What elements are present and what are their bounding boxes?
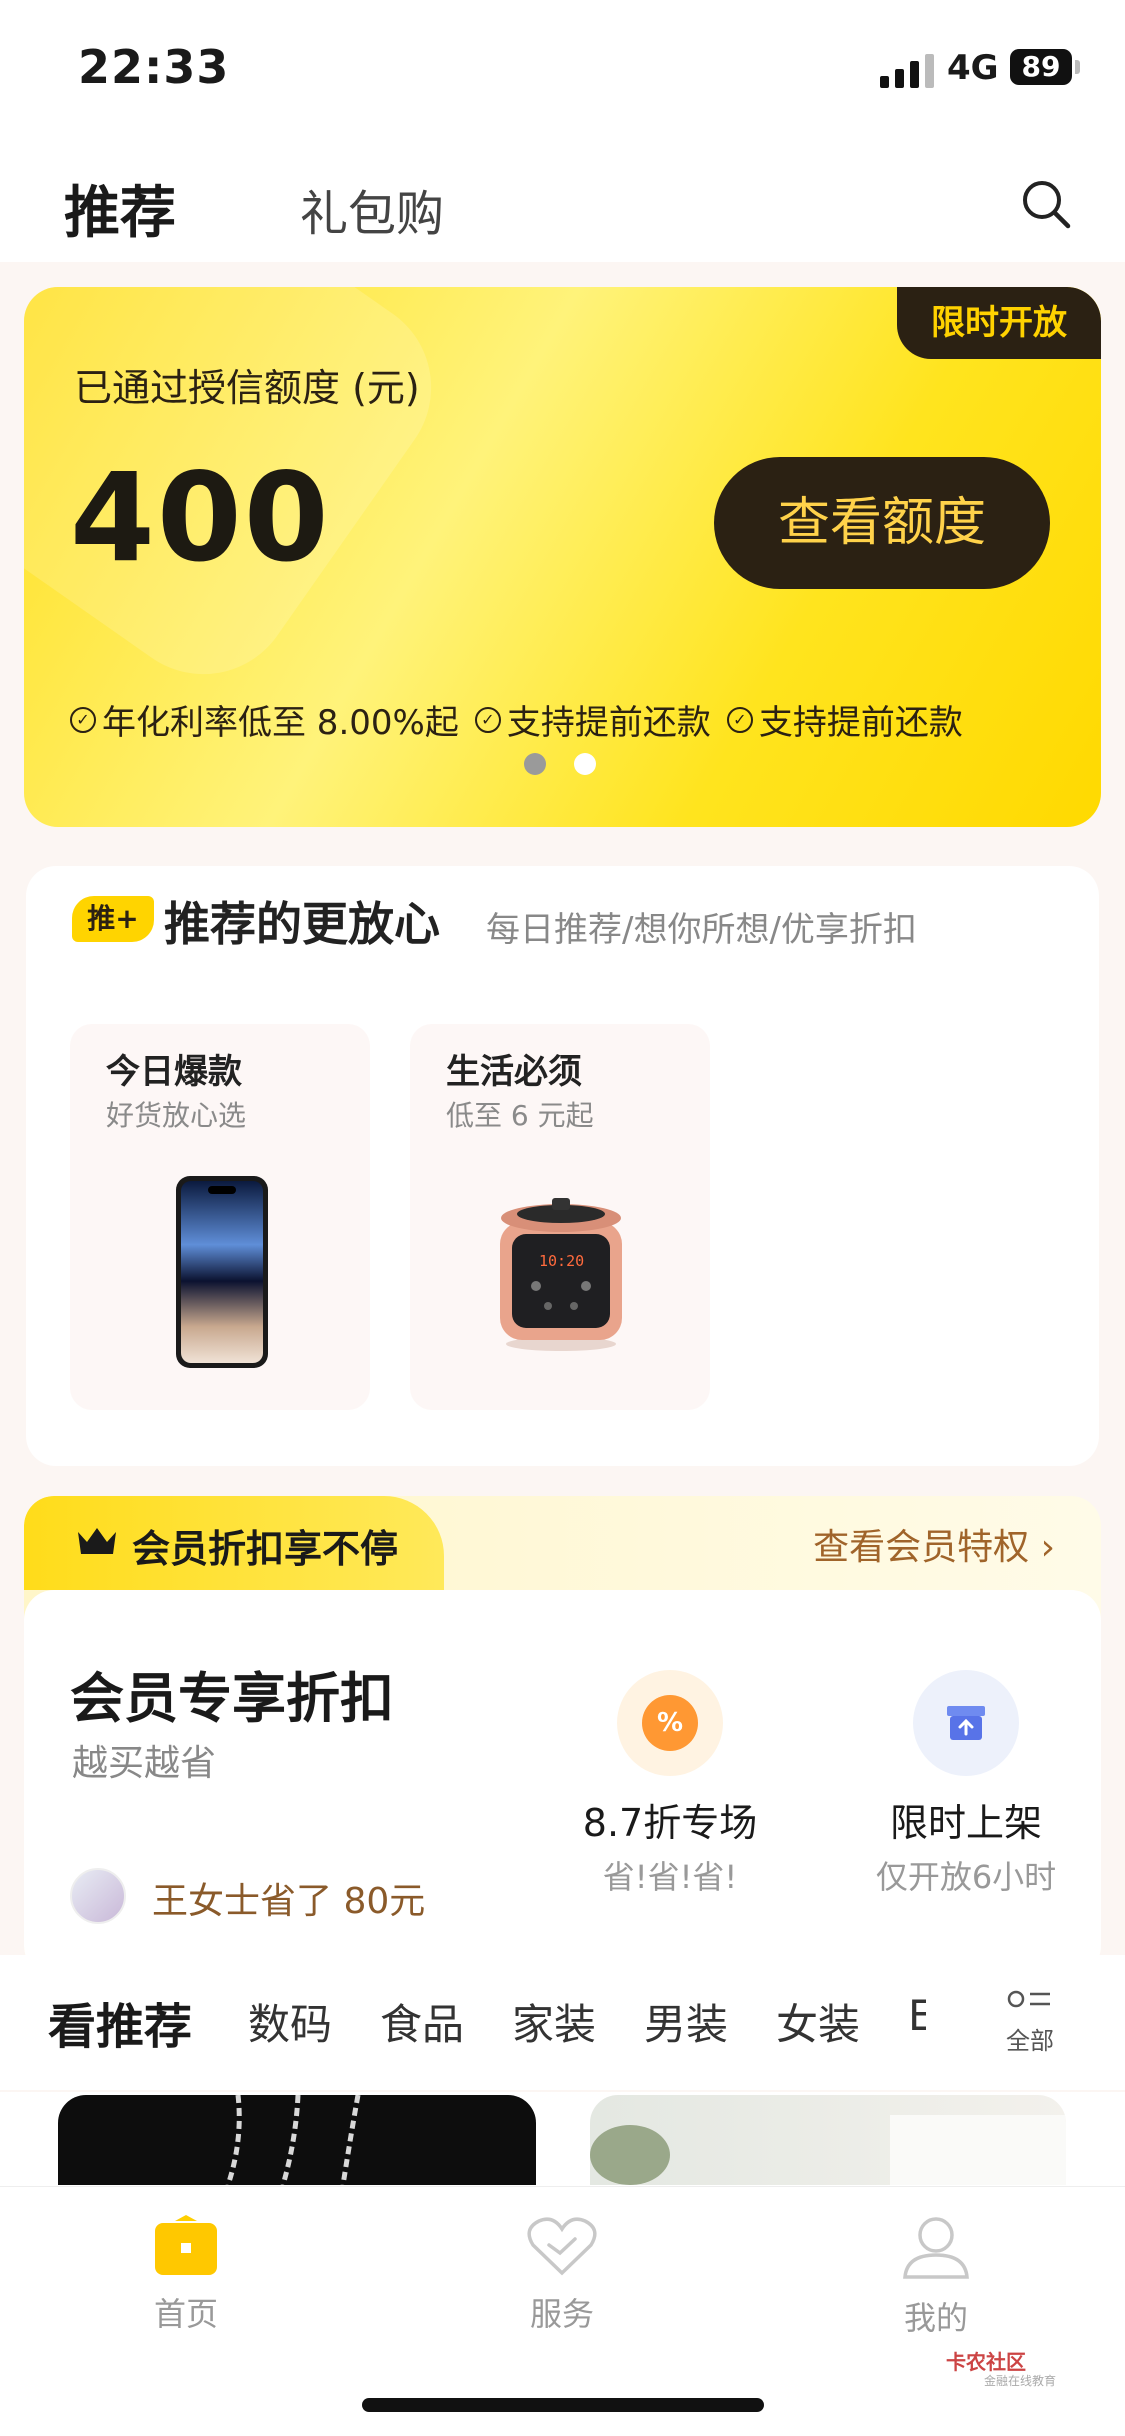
category-tab-more[interactable]: E [908,1991,926,2040]
recommend-subtitle: 每日推荐/想你所想/优享折扣 [486,910,917,950]
nav-service[interactable]: 服务 [462,2215,662,2335]
check-circle-icon: ✓ [474,706,501,733]
feature-subtitle: 仅开放6小时 [875,1858,1057,1896]
member-discount-panel: 会员专享折扣 越买越省 王女士省了 80元 % 8.7折专场 省!省!省! 限时… [24,1590,1101,1976]
feature-text: 支持提前还款 [506,703,711,743]
chevron-right-icon: › [1040,1527,1055,1568]
product-subtitle: 低至 6 元起 [446,1099,594,1132]
nav-label: 服务 [529,2295,594,2333]
signal-icon [880,52,936,88]
carousel-dots[interactable] [524,753,596,775]
check-circle-icon: ✓ [70,706,96,733]
all-label: 全部 [1006,2027,1054,2055]
category-tab-digital[interactable]: 数码 [248,1991,332,2052]
home-wallet-icon [155,2215,217,2275]
category-tab-home[interactable]: 家装 [512,1991,596,2052]
nav-label: 我的 [903,2299,968,2337]
feature-item: ✓ 支持提前还款 [726,695,963,744]
recommend-card: 推+ 推荐的更放心 每日推荐/想你所想/优享折扣 今日爆款 好货放心选 生活必须… [26,866,1099,1466]
carousel-dot-2[interactable] [574,753,596,775]
credit-label: 已通过授信额度 (元) [74,366,420,410]
tab-gift-package[interactable]: 礼包购 [300,174,444,244]
search-icon[interactable] [1020,178,1072,230]
feature-title: 限时上架 [889,1801,1042,1845]
pressure-cooker-image: 10:20 [486,1194,636,1354]
avatar [70,1868,126,1924]
limited-open-tag: 限时开放 [897,287,1101,359]
percent-badge: % [642,1695,698,1751]
feature-item: ✓ 支持提前还款 [474,695,711,744]
smartphone-image [174,1174,270,1374]
credit-amount: 400 [70,447,331,589]
shelf-box-icon [913,1670,1019,1776]
check-circle-icon: ✓ [726,706,753,733]
nav-home[interactable]: 首页 [86,2215,286,2335]
battery-icon: 89 [1010,49,1072,85]
crown-icon [76,1524,118,1558]
category-tab-recommend[interactable]: 看推荐 [48,1987,192,2057]
product-card-hot[interactable]: 今日爆款 好货放心选 [70,1024,370,1410]
member-title: 会员专享折扣 [70,1667,394,1730]
status-time: 22:33 [78,40,230,94]
watermark-subtitle: 金融在线教育 [984,2374,1057,2388]
recommend-title: 推荐的更放心 [164,897,440,951]
heart-icon [527,2217,597,2276]
banner-features: ✓ 年化利率低至 8.00%起 ✓ 支持提前还款 ✓ 支持提前还款 [70,695,963,744]
category-tabs: 看推荐 数码 食品 家装 男装 女装 E 全部 [0,1955,1125,2090]
cooker-display: 10:20 [539,1252,585,1270]
view-credit-button[interactable]: 查看额度 [714,457,1050,589]
product-card-living[interactable]: 生活必须 低至 6 元起 10:20 [410,1024,710,1410]
view-member-privileges-link[interactable]: 查看会员特权 › [813,1518,1055,1570]
percent-icon: % [617,1670,723,1776]
feature-item: ✓ 年化利率低至 8.00%起 [70,695,459,744]
product-title: 今日爆款 [106,1052,242,1092]
list-grid-icon [1007,1990,1050,2008]
member-tab-label: 会员折扣享不停 [132,1527,399,1571]
user-icon [903,2217,969,2279]
category-tab-food[interactable]: 食品 [380,1991,464,2052]
nav-mine[interactable]: 我的 [836,2215,1036,2339]
recommend-badge: 推+ [72,896,154,942]
home-indicator[interactable] [362,2398,764,2412]
category-tab-men[interactable]: 男装 [644,1991,728,2052]
tab-recommend[interactable]: 推荐 [64,168,176,249]
carousel-dot-1[interactable] [524,753,546,775]
feature-text: 支持提前还款 [758,703,963,743]
category-tab-women[interactable]: 女装 [776,1991,860,2052]
nav-label: 首页 [153,2295,218,2333]
watermark-logo: 卡农社区 [946,2350,1026,2374]
feature-text: 年化利率低至 8.00%起 [102,703,459,743]
all-categories-button[interactable]: 全部 [1000,1989,1060,2056]
product-title: 生活必须 [446,1052,582,1092]
network-type: 4G [947,48,999,88]
product-subtitle: 好货放心选 [106,1099,247,1132]
member-section: 会员折扣享不停 查看会员特权 › 会员专享折扣 越买越省 王女士省了 80元 %… [24,1496,1101,1976]
member-saved-text: 王女士省了 80元 [152,1881,426,1922]
battery-tip [1075,60,1080,74]
more-link-text: 查看会员特权 [813,1527,1030,1568]
member-subtitle: 越买越省 [72,1743,217,1784]
feature-subtitle: 省!省!省! [602,1858,738,1896]
feed-item-necklace[interactable] [58,2095,536,2185]
feature-title: 8.7折专场 [582,1801,758,1845]
credit-banner[interactable]: 限时开放 已通过授信额度 (元) 400 查看额度 ✓ 年化利率低至 8.00%起… [24,287,1101,827]
feed-item-decor[interactable] [590,2095,1066,2185]
